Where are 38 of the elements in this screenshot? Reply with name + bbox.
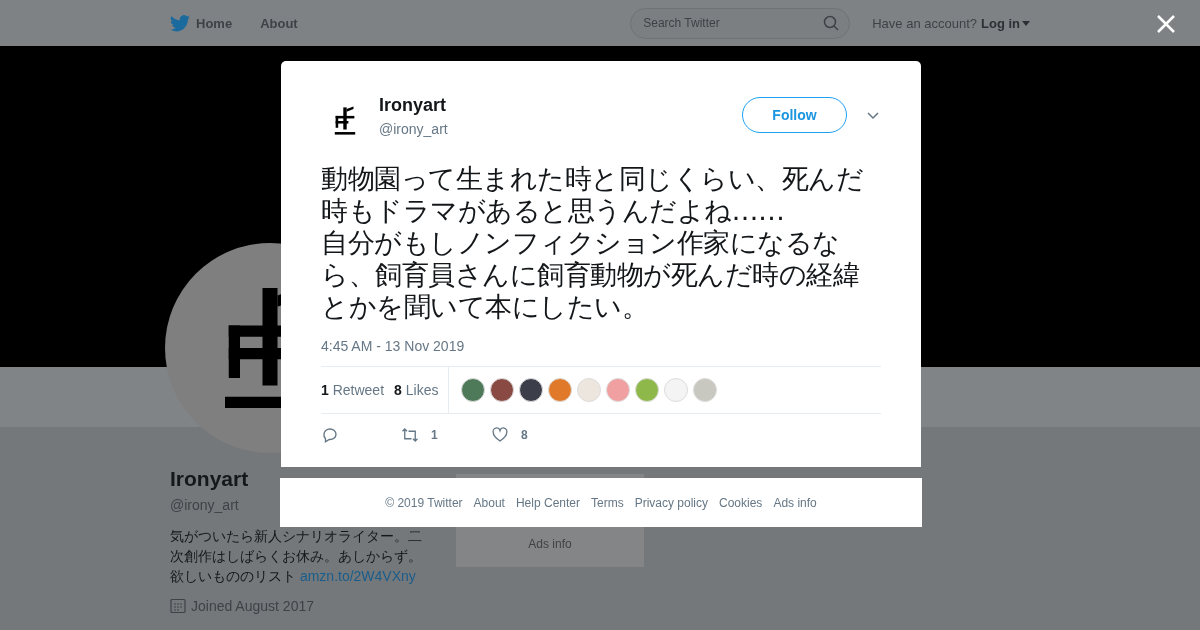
joined-date: Joined August 2017 [191,598,314,614]
calendar-icon [170,598,186,614]
tweet-timestamp[interactable]: 4:45 AM - 13 Nov 2019 [321,338,881,354]
search-field[interactable]: Search Twitter [630,7,851,39]
action-count: 1 [431,428,438,442]
retweet-icon[interactable] [401,426,419,444]
author-name[interactable]: Ironyart [379,95,448,116]
profile-name: Ironyart [170,467,250,491]
tweet-text: 自分がもしノンフィクション作家になるなら、飼育員さんに飼育動物が死んだ時の経緯とかを聞いて本にしたい。 [321,227,860,323]
footer-link[interactable]: Cookies [719,495,763,510]
liker-avatar[interactable] [519,378,544,402]
footer-link[interactable]: About [473,495,505,510]
footer-link[interactable]: Privacy policy [634,495,708,510]
caret-icon[interactable] [1022,20,1030,26]
action-count: 8 [521,428,528,442]
login-link[interactable]: Log in [981,15,1030,31]
footer-link[interactable]: Terms [591,495,624,510]
close-icon[interactable] [1156,14,1176,34]
bird-icon [170,14,190,32]
profile-bio: 気がついたら新人シナリオライター。二次創作はしばらくお休み。あしからず。欲しいもののリスト amzn.to/2W4VXny [170,527,423,586]
nav-link[interactable]: About [260,15,298,31]
nav-link[interactable]: Home [170,14,233,32]
account-prompt: Have an account? [872,15,977,31]
liker-avatar[interactable] [490,378,515,402]
stat-link[interactable]: 1 Retweet [321,382,385,398]
footer-link[interactable]: Help Center [515,495,580,510]
heart-icon[interactable] [491,426,509,444]
follow-button[interactable]: Follow [742,97,847,133]
footer-link[interactable]: © 2019 Twitter [385,495,463,510]
search-icon[interactable] [823,14,840,31]
profile-handle: @irony_art [170,497,239,513]
liker-avatar[interactable] [461,378,486,402]
sidebar-link[interactable]: Ads info [528,537,572,551]
author-handle[interactable]: @irony_art [379,121,448,137]
footer-link[interactable]: Ads info [773,495,817,510]
reply-icon[interactable] [321,426,339,444]
tweet-text: 動物園って生まれた時と同じくらい、死んだ時もドラマがあると思うんだよね…… [321,163,864,227]
stat-link[interactable]: 8 Likes [394,382,439,398]
